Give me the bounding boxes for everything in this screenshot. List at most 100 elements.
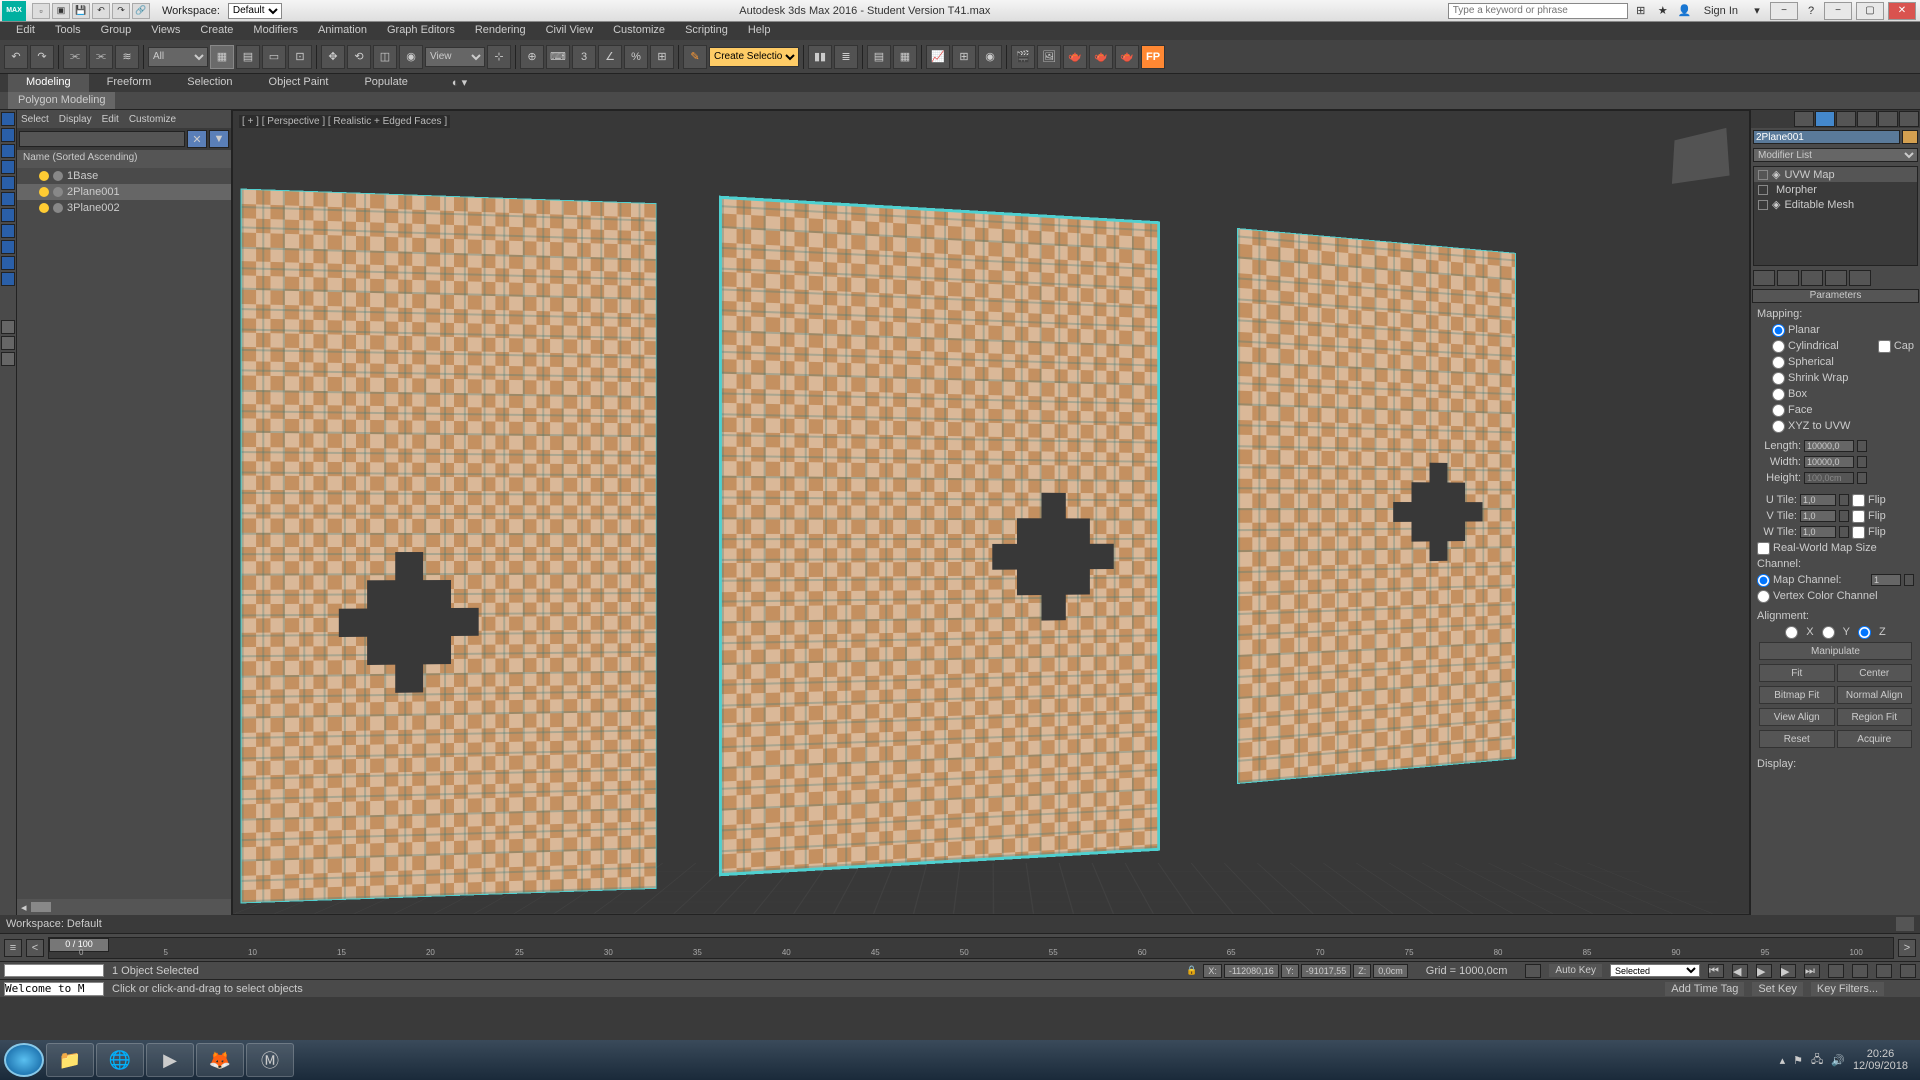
tray-up-icon[interactable]: ▴ <box>1780 1054 1786 1067</box>
ribbon-freeform[interactable]: Freeform <box>89 74 170 92</box>
freeze-icon[interactable] <box>53 171 63 181</box>
coord-z[interactable]: 0,0cm <box>1373 964 1408 978</box>
material-button[interactable]: ◉ <box>978 45 1002 69</box>
outliner-customize[interactable]: Customize <box>129 114 176 125</box>
star-icon[interactable]: ★ <box>1654 3 1672 19</box>
wflip[interactable] <box>1852 526 1865 539</box>
wtile-spin[interactable] <box>1839 526 1849 538</box>
utile-spin[interactable] <box>1839 494 1849 506</box>
user-icon[interactable]: 👤 <box>1676 3 1694 19</box>
center-button[interactable]: Center <box>1837 664 1913 682</box>
mapch-spin[interactable] <box>1904 574 1914 586</box>
menu-views[interactable]: Views <box>141 22 190 40</box>
mirror-button[interactable]: ▮▮ <box>808 45 832 69</box>
menu-customize[interactable]: Customize <box>603 22 675 40</box>
window-cross-button[interactable]: ⊡ <box>288 45 312 69</box>
ribbon-selection[interactable]: Selection <box>169 74 250 92</box>
maximize-button[interactable]: ▢ <box>1856 2 1884 20</box>
fp-button[interactable]: FP <box>1141 45 1165 69</box>
new-icon[interactable]: ▫ <box>32 3 50 19</box>
lb-3[interactable] <box>1 144 15 158</box>
ribbon-modeling[interactable]: Modeling <box>8 74 89 92</box>
menu-scripting[interactable]: Scripting <box>675 22 738 40</box>
undo-icon[interactable]: ↶ <box>92 3 110 19</box>
lb-9[interactable] <box>1 240 15 254</box>
radio-shrink[interactable] <box>1772 372 1785 385</box>
key-selected[interactable]: Selected <box>1610 964 1700 977</box>
undo-button[interactable]: ↶ <box>4 45 28 69</box>
utile-input[interactable] <box>1800 494 1836 506</box>
bulb-icon[interactable] <box>39 171 49 181</box>
outliner-item-3plane002[interactable]: 3Plane002 <box>17 200 231 216</box>
tray-net-icon[interactable]: 🖧 <box>1811 1051 1823 1070</box>
place-button[interactable]: ◉ <box>399 45 423 69</box>
freeze-icon[interactable] <box>53 187 63 197</box>
render-setup-button[interactable]: 🎬 <box>1011 45 1035 69</box>
radio-mapch[interactable] <box>1757 574 1770 587</box>
select-name-button[interactable]: ▤ <box>236 45 260 69</box>
tab-hierarchy[interactable] <box>1836 111 1856 127</box>
manip-button[interactable]: ⊕ <box>520 45 544 69</box>
menu-civilview[interactable]: Civil View <box>536 22 603 40</box>
ribbon-polymodeling[interactable]: Polygon Modeling <box>8 92 115 109</box>
pivot-button[interactable]: ⊹ <box>487 45 511 69</box>
lb-g1[interactable] <box>1 320 15 334</box>
tab-motion[interactable] <box>1857 111 1877 127</box>
taskbar-3dsmax[interactable]: Ⓜ <box>246 1043 294 1077</box>
outliner-scroll[interactable]: ◂ <box>17 899 231 915</box>
save-icon[interactable]: 💾 <box>72 3 90 19</box>
config-sets[interactable] <box>1849 270 1871 286</box>
radio-planar[interactable] <box>1772 324 1785 337</box>
unlink-button[interactable]: ⫘ <box>89 45 113 69</box>
radio-y[interactable] <box>1822 626 1835 639</box>
menu-rendering[interactable]: Rendering <box>465 22 536 40</box>
outliner-select[interactable]: Select <box>21 114 49 125</box>
outliner-close[interactable]: ✕ <box>187 130 207 148</box>
filter-select[interactable]: All <box>148 47 208 67</box>
height-spin[interactable] <box>1857 472 1867 484</box>
outliner-filter[interactable]: ▼ <box>209 130 229 148</box>
vtile-input[interactable] <box>1800 510 1836 522</box>
menu-grapheditors[interactable]: Graph Editors <box>377 22 465 40</box>
keyfilters-button[interactable]: Key Filters... <box>1811 982 1884 996</box>
freeze-icon[interactable] <box>53 203 63 213</box>
object-name-input[interactable] <box>1753 130 1900 144</box>
lb-6[interactable] <box>1 192 15 206</box>
layer-button[interactable]: ▤ <box>867 45 891 69</box>
plane-right[interactable] <box>1237 228 1516 784</box>
normalalign-button[interactable]: Normal Align <box>1837 686 1913 704</box>
snap-3-button[interactable]: 3 <box>572 45 596 69</box>
wtile-input[interactable] <box>1800 526 1836 538</box>
acquire-button[interactable]: Acquire <box>1837 730 1913 748</box>
open-icon[interactable]: ▣ <box>52 3 70 19</box>
length-input[interactable] <box>1804 440 1854 452</box>
play-next[interactable]: ▶ <box>1780 964 1796 978</box>
time-track[interactable]: 0 / 100 05101520253035404550556065707580… <box>48 937 1894 959</box>
bulb-icon[interactable] <box>39 203 49 213</box>
taskbar-media[interactable]: ▶ <box>146 1043 194 1077</box>
lb-5[interactable] <box>1 176 15 190</box>
radio-xyz[interactable] <box>1772 420 1785 433</box>
lb-2[interactable] <box>1 128 15 142</box>
ts-next[interactable]: > <box>1898 939 1916 957</box>
ribbon-expand[interactable]: ◐ ▾ <box>434 74 485 92</box>
outliner-search[interactable] <box>19 131 185 147</box>
lb-g2[interactable] <box>1 336 15 350</box>
redo-button[interactable]: ↷ <box>30 45 54 69</box>
ribbon-objectpaint[interactable]: Object Paint <box>251 74 347 92</box>
coord-x[interactable]: -112080,16 <box>1224 964 1279 978</box>
exchange-icon[interactable]: ⊞ <box>1632 3 1650 19</box>
angle-snap-button[interactable]: ∠ <box>598 45 622 69</box>
render-prod-button[interactable]: 🫖 <box>1089 45 1113 69</box>
link-icon[interactable]: 🔗 <box>132 3 150 19</box>
play-start[interactable]: ⏮ <box>1708 964 1724 978</box>
curve-editor-button[interactable]: 📈 <box>926 45 950 69</box>
vflip[interactable] <box>1852 510 1865 523</box>
nav-4[interactable] <box>1900 964 1916 978</box>
coord-y[interactable]: -91017,55 <box>1301 964 1352 978</box>
tab-create[interactable] <box>1794 111 1814 127</box>
rect-select-button[interactable]: ▭ <box>262 45 286 69</box>
stack-editmesh[interactable]: ◈Editable Mesh <box>1754 197 1917 212</box>
redo-icon[interactable]: ↷ <box>112 3 130 19</box>
radio-z[interactable] <box>1858 626 1871 639</box>
